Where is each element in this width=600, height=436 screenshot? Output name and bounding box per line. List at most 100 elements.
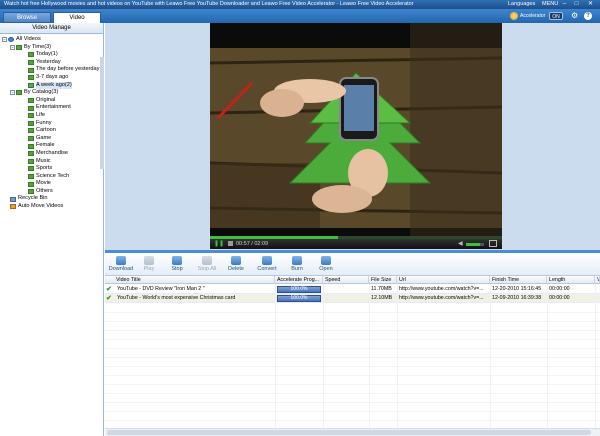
tree-label: Movie bbox=[36, 180, 51, 187]
folder-icon bbox=[28, 158, 34, 164]
stop-all-button[interactable]: Stop All bbox=[193, 255, 221, 277]
scrollbar-thumb[interactable] bbox=[107, 430, 591, 435]
tree-item-catalog[interactable]: Others bbox=[0, 188, 103, 196]
tree-item-catalog[interactable]: Cartoon bbox=[0, 127, 103, 135]
column-header-size[interactable]: File Size bbox=[369, 276, 397, 284]
auto-move-icon bbox=[10, 204, 16, 210]
tree-label: Sports bbox=[36, 165, 53, 172]
pause-icon[interactable]: ❚❚ bbox=[214, 240, 224, 248]
tree-item-recycle-bin[interactable]: Recycle Bin bbox=[0, 195, 103, 203]
tree-item-catalog[interactable]: Life bbox=[0, 112, 103, 120]
column-header-title[interactable]: Video Title bbox=[105, 276, 275, 284]
row-size: 12.10MB bbox=[371, 295, 393, 301]
row-size: 11.70MB bbox=[371, 286, 392, 292]
tree-label: By Catalog(3) bbox=[24, 89, 59, 96]
volume-icon[interactable]: ◀ bbox=[458, 240, 463, 248]
tab-video[interactable]: Video bbox=[53, 12, 101, 23]
row-url[interactable]: http://www.youtube.com/watch?v=... bbox=[397, 294, 490, 303]
tree-item-by-catalog[interactable]: − By Catalog(3) bbox=[0, 89, 103, 97]
collapse-toggle-icon[interactable]: − bbox=[2, 37, 7, 43]
check-icon: ✔ bbox=[106, 295, 112, 302]
stop-all-label: Stop All bbox=[197, 266, 217, 272]
languages-menu[interactable]: Languages bbox=[508, 0, 535, 9]
tree-label: Funny bbox=[36, 119, 52, 126]
row-finish-time: 12-20-2010 15:16:45 bbox=[492, 286, 542, 292]
stop-button[interactable]: Stop bbox=[163, 255, 191, 277]
minimize-button[interactable]: – bbox=[560, 1, 569, 8]
help-icon[interactable]: ? bbox=[584, 12, 592, 20]
main-menu[interactable]: MENU bbox=[542, 0, 558, 9]
column-header-speed[interactable]: Speed bbox=[323, 276, 369, 284]
tree-item-catalog[interactable]: Science Tech bbox=[0, 173, 103, 181]
folder-icon bbox=[28, 75, 34, 81]
close-button[interactable]: ✕ bbox=[586, 1, 595, 8]
empty-row-line bbox=[105, 402, 600, 403]
tree-label: Original bbox=[36, 96, 56, 103]
collapse-toggle-icon[interactable]: − bbox=[10, 44, 15, 50]
download-button[interactable]: Download bbox=[107, 255, 135, 277]
download-icon bbox=[116, 256, 126, 265]
volume-slider[interactable] bbox=[466, 243, 480, 246]
empty-row-line bbox=[105, 339, 600, 340]
tree-item-catalog[interactable]: Sports bbox=[0, 165, 103, 173]
tree-item-time[interactable]: 3-7 days ago bbox=[0, 74, 103, 82]
play-icon bbox=[144, 256, 154, 265]
play-button[interactable]: Play bbox=[135, 255, 163, 277]
folder-icon bbox=[28, 105, 34, 111]
folder-icon bbox=[28, 136, 34, 142]
fullscreen-icon[interactable] bbox=[489, 240, 497, 247]
row-url[interactable]: http://www.youtube.com/watch?v=... bbox=[397, 285, 490, 294]
tree-label: The day before yesterday bbox=[36, 66, 100, 73]
tree-label: Entertainment bbox=[36, 104, 71, 111]
tree-item-catalog[interactable]: Funny bbox=[0, 120, 103, 128]
empty-row-line bbox=[105, 411, 600, 412]
horizontal-scrollbar[interactable] bbox=[105, 428, 600, 436]
panel-scrollbar[interactable] bbox=[100, 57, 104, 169]
tree-item-catalog[interactable]: Original bbox=[0, 97, 103, 105]
column-header-finish-time[interactable]: Finish Time bbox=[490, 276, 547, 284]
folder-icon bbox=[28, 143, 34, 149]
burn-button[interactable]: Burn bbox=[283, 255, 311, 277]
delete-icon bbox=[231, 256, 241, 265]
table-row[interactable]: ✔ YouTube - World's most expensive Chris… bbox=[105, 294, 600, 303]
table-row[interactable]: ✔ YouTube - DVD Review "Iron Man 2 " 100… bbox=[105, 285, 600, 294]
gear-icon[interactable]: ⚙ bbox=[571, 12, 579, 20]
delete-button[interactable]: Delete bbox=[222, 255, 250, 277]
row-title: YouTube - DVD Review "Iron Man 2 " bbox=[117, 286, 205, 292]
tree-label: All Videos bbox=[16, 36, 41, 42]
convert-button[interactable]: Convert bbox=[253, 255, 281, 277]
tree-label: 3-7 days ago bbox=[36, 73, 69, 80]
folder-icon bbox=[28, 67, 34, 73]
tree-item-time-selected[interactable]: A week ago(2) bbox=[0, 81, 103, 90]
column-header-length[interactable]: Length bbox=[547, 276, 595, 284]
open-button[interactable]: Open bbox=[312, 255, 340, 277]
column-header-progress[interactable]: Accelerate Prog... bbox=[275, 276, 323, 284]
accelerator-toggle[interactable]: ON bbox=[549, 12, 563, 20]
seek-bar[interactable] bbox=[210, 236, 502, 239]
tree-item-catalog[interactable]: Female bbox=[0, 142, 103, 150]
download-label: Download bbox=[108, 266, 134, 272]
tree-item-catalog[interactable]: Movie bbox=[0, 180, 103, 188]
tree-item-catalog[interactable]: Music bbox=[0, 158, 103, 166]
tree-item-catalog[interactable]: Entertainment bbox=[0, 104, 103, 112]
empty-row-line bbox=[105, 348, 600, 349]
empty-row-line bbox=[105, 357, 600, 358]
stop-icon[interactable] bbox=[228, 241, 233, 246]
tree-item-catalog[interactable]: Game bbox=[0, 135, 103, 143]
empty-row-line bbox=[105, 420, 600, 421]
column-header-url[interactable]: Url bbox=[397, 276, 490, 284]
tree-item-time[interactable]: Yesterday bbox=[0, 59, 103, 67]
column-header-more[interactable]: V bbox=[595, 276, 600, 284]
tree-item-all-videos[interactable]: − All Videos bbox=[0, 36, 103, 44]
video-display[interactable] bbox=[210, 23, 502, 236]
delete-label: Delete bbox=[228, 266, 244, 272]
tab-browse[interactable]: Browse bbox=[3, 12, 51, 23]
stop-all-icon bbox=[202, 256, 212, 265]
tree-item-time[interactable]: The day before yesterday bbox=[0, 66, 103, 74]
collapse-toggle-icon[interactable]: − bbox=[10, 90, 15, 96]
tree-item-by-time[interactable]: − By Time(3) bbox=[0, 44, 103, 52]
tree-item-catalog[interactable]: Merchandise bbox=[0, 150, 103, 158]
tree-item-time[interactable]: Today(1) bbox=[0, 51, 103, 59]
maximize-button[interactable]: □ bbox=[572, 1, 581, 8]
tree-item-auto-move[interactable]: Auto Move Videos bbox=[0, 203, 103, 211]
